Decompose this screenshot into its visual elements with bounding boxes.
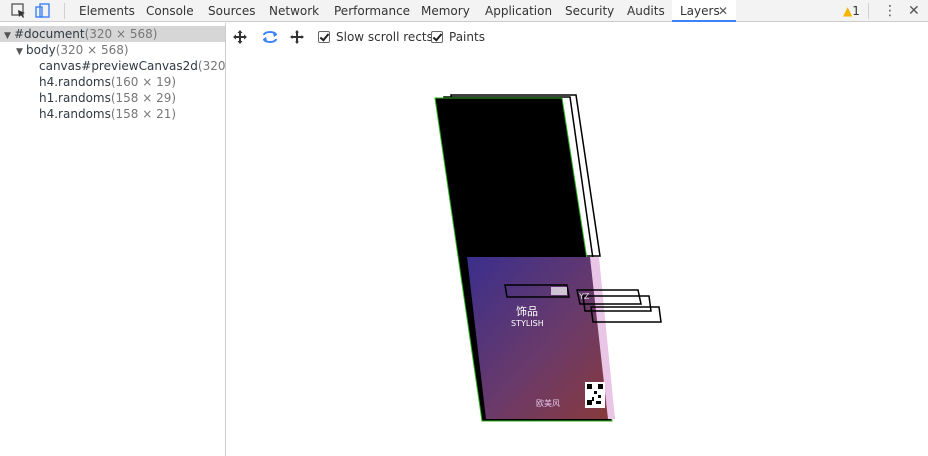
reset-transform-icon[interactable] xyxy=(289,29,305,45)
expand-arrow-icon[interactable]: ▼ xyxy=(4,28,14,44)
tree-node-h4-randoms[interactable]: h4.randoms(158 × 21) xyxy=(39,106,176,122)
layer-h4-text-mark xyxy=(551,287,567,295)
tab-console[interactable]: Console xyxy=(146,0,194,22)
tree-node-body[interactable]: ▼ body(320 × 568) xyxy=(16,42,129,58)
close-tab-icon[interactable]: ✕ xyxy=(718,0,728,22)
toolbar-divider xyxy=(868,3,869,19)
paints-checkbox[interactable] xyxy=(431,31,443,43)
slow-scroll-rects-checkbox[interactable] xyxy=(318,31,330,43)
layers-3d-canvas[interactable]: YZ 饰品 STYLISH 欧美风 xyxy=(227,51,928,456)
layer-footer-cn: 欧美风 xyxy=(536,398,560,408)
tab-sources[interactable]: Sources xyxy=(208,0,255,22)
layers-3d-viewport[interactable]: YZ 饰品 STYLISH 欧美风 xyxy=(227,51,928,456)
tab-application[interactable]: Application xyxy=(485,0,552,22)
tree-node-h1-randoms[interactable]: h1.randoms(158 × 29) xyxy=(39,90,176,106)
layer-small-label: YZ xyxy=(578,292,590,301)
tab-security[interactable]: Security xyxy=(565,0,614,22)
tab-network[interactable]: Network xyxy=(269,0,319,22)
tab-elements[interactable]: Elements xyxy=(79,0,135,22)
warnings-indicator[interactable]: ▲1 xyxy=(843,0,860,22)
tree-node-h4-randoms[interactable]: h4.randoms(160 × 19) xyxy=(39,74,176,90)
tab-audits[interactable]: Audits xyxy=(627,0,665,22)
layer-subtitle: STYLISH xyxy=(511,319,544,328)
expand-arrow-icon[interactable]: ▼ xyxy=(16,44,26,60)
warnings-count: 1 xyxy=(852,4,860,18)
devtools-tab-bar: Elements Console Sources Network Perform… xyxy=(0,0,928,22)
inspect-element-icon[interactable] xyxy=(10,2,28,20)
warning-icon: ▲ xyxy=(843,4,853,18)
pan-mode-icon[interactable] xyxy=(232,29,248,45)
rotate-mode-icon[interactable] xyxy=(261,29,277,45)
close-devtools-icon[interactable]: ✕ xyxy=(908,0,920,22)
toolbar-divider xyxy=(64,3,65,19)
paints-label: Paints xyxy=(449,30,485,44)
slow-scroll-rects-label: Slow scroll rects xyxy=(336,30,433,44)
layer-title-cn: 饰品 xyxy=(516,304,538,318)
tab-memory[interactable]: Memory xyxy=(421,0,470,22)
tree-node-document[interactable]: ▼ #document(320 × 568) xyxy=(0,26,225,42)
layer-tree-panel: ▼ #document(320 × 568) ▼ body(320 × 568) c… xyxy=(0,23,226,456)
more-options-icon[interactable]: ⋮ xyxy=(883,0,897,22)
tab-layers-label: Layers xyxy=(680,4,720,18)
tree-node-canvas[interactable]: canvas#previewCanvas2d(320 × 284) xyxy=(39,58,225,74)
qr-code-image xyxy=(585,382,605,408)
layers-toolbar: Slow scroll rects Paints xyxy=(227,23,928,51)
device-toolbar-icon[interactable] xyxy=(34,2,52,20)
tab-performance[interactable]: Performance xyxy=(334,0,410,22)
